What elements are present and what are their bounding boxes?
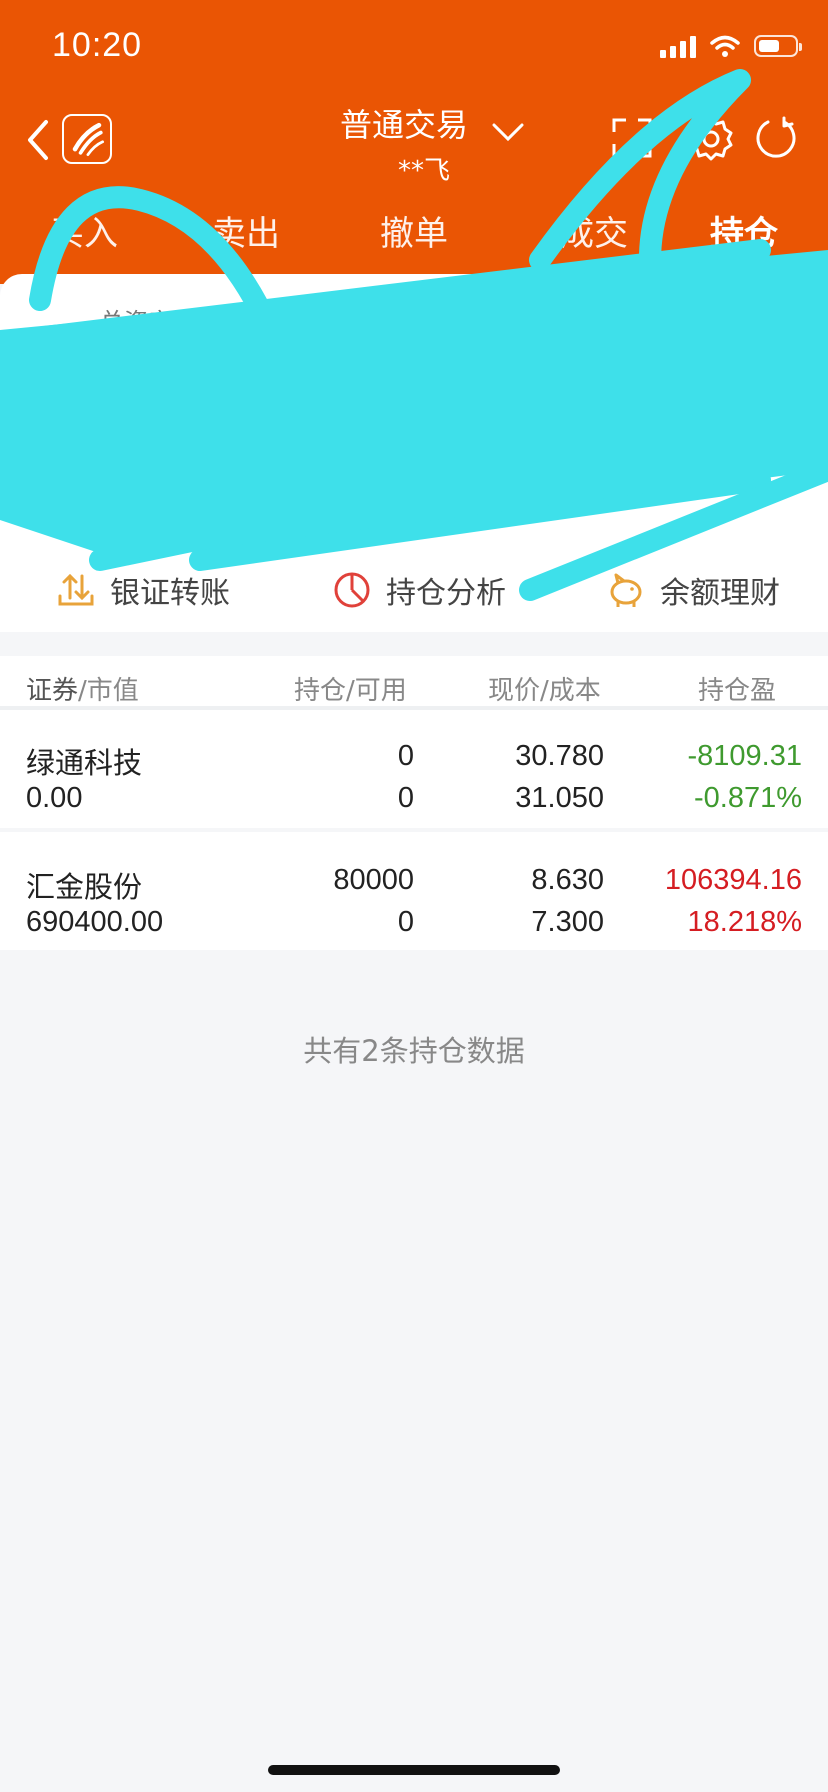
- positions-table-header: 证券/市值 持仓/可用 现价/成本 持仓盈: [0, 656, 828, 710]
- profit-amount: -8109.31: [687, 740, 803, 772]
- available-qty: 0: [397, 782, 414, 814]
- header-profit: 持仓盈: [698, 676, 777, 706]
- market-value: 690400.00: [26, 906, 164, 938]
- table-row[interactable]: 绿通科技 0.00 0 0 30.780 31.050 -8109.31 -0.…: [0, 710, 828, 828]
- table-row[interactable]: 汇金股份 690400.00 80000 0 8.630 7.300 10639…: [0, 832, 828, 950]
- header-security: 证券/市值: [26, 676, 139, 706]
- header-price: 现价/成本: [488, 676, 601, 706]
- market-value: 0.00: [26, 782, 83, 814]
- redaction-scribble: [0, 69, 828, 601]
- cost-price: 7.300: [531, 906, 604, 938]
- profit-percent: -0.871%: [693, 782, 802, 814]
- security-name: 绿通科技: [26, 746, 143, 780]
- profit-percent: 18.218%: [687, 906, 803, 938]
- profit-amount: 106394.16: [664, 864, 802, 896]
- cost-price: 31.050: [515, 782, 604, 814]
- available-qty: 0: [397, 906, 414, 938]
- position-qty: 0: [397, 740, 414, 772]
- positions-count-text: 共有2条持仓数据: [303, 1034, 525, 1068]
- position-qty: 80000: [333, 864, 414, 896]
- header-position: 持仓/可用: [294, 676, 407, 706]
- current-price: 8.630: [531, 864, 604, 896]
- home-indicator[interactable]: [268, 1765, 560, 1775]
- current-price: 30.780: [515, 740, 604, 772]
- security-name: 汇金股份: [26, 870, 143, 904]
